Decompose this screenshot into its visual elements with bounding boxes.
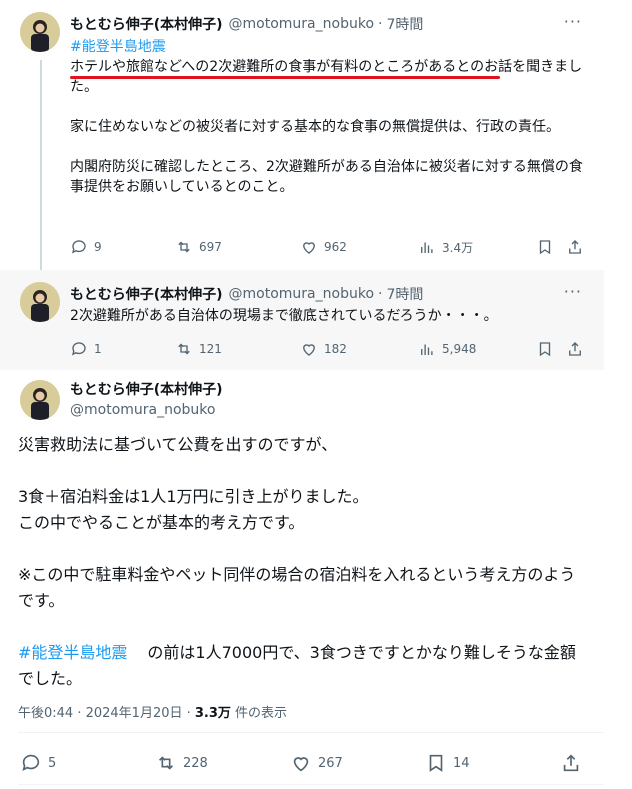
tweet-1[interactable]: もとむら伸子(本村伸子) @motomura_nobuko · 7時間 ··· … xyxy=(0,0,604,268)
paragraph-1: 災害救助法に基づいて公費を出すのですが、 xyxy=(18,435,338,454)
like-icon xyxy=(293,757,309,772)
reply-count: 1 xyxy=(94,342,102,356)
like-icon xyxy=(303,344,315,356)
views-button[interactable]: 3.4万 xyxy=(418,238,536,256)
share-button[interactable] xyxy=(566,340,590,358)
handle[interactable]: @motomura_nobuko xyxy=(70,400,223,420)
display-name[interactable]: もとむら伸子(本村伸子) xyxy=(70,380,223,400)
bookmark-count: 14 xyxy=(453,755,470,771)
paragraph-5: #能登半島地震 の前は1人7000円で、3食つきですとかなり難しそうな金額でした。 xyxy=(18,640,588,692)
view-count: 3.3万 xyxy=(194,706,231,721)
tweet-3-focused[interactable]: もとむら伸子(本村伸子) @motomura_nobuko 災害救助法に基づいて… xyxy=(0,372,604,789)
reply-button[interactable]: 1 xyxy=(70,340,175,358)
avatar[interactable] xyxy=(20,282,60,322)
handle[interactable]: @motomura_nobuko xyxy=(229,16,374,32)
share-button[interactable] xyxy=(566,238,590,256)
paragraph-2: 3食＋宿泊料金は1人1万円に引き上がりました。 xyxy=(18,487,369,506)
action-bar: 5 228 267 14 xyxy=(20,752,590,774)
views-icon xyxy=(421,242,433,253)
reply-icon xyxy=(71,342,86,356)
action-bar: 9 697 962 3.4万 xyxy=(70,238,590,256)
divider xyxy=(18,784,604,785)
reply-icon xyxy=(71,240,86,254)
bookmark-button[interactable] xyxy=(536,238,566,256)
paragraph-2: 家に住めないなどの被災者に対する基本的な食事の無償提供は、行政の責任。 xyxy=(70,119,560,135)
red-annotation-underline xyxy=(70,76,500,79)
more-icon[interactable]: ··· xyxy=(564,12,582,31)
repost-count: 228 xyxy=(183,755,208,771)
tweet-text: #能登半島地震 ホテルや旅館などへの2次避難所の食事が有料のところがあるとのお話… xyxy=(70,37,590,197)
bookmark-button[interactable]: 14 xyxy=(425,752,560,774)
repost-icon xyxy=(178,241,190,253)
separator: · xyxy=(378,16,383,32)
like-button[interactable]: 962 xyxy=(300,238,418,256)
like-button[interactable]: 182 xyxy=(300,340,418,358)
handle[interactable]: @motomura_nobuko xyxy=(229,286,374,302)
avatar[interactable] xyxy=(20,12,60,52)
tweet-meta: 午後0:44 · 2024年1月20日 · 3.3万 件の表示 xyxy=(18,702,287,721)
bookmark-button[interactable] xyxy=(536,340,566,358)
more-icon[interactable]: ··· xyxy=(564,282,582,301)
reply-icon xyxy=(22,754,40,771)
bookmark-icon xyxy=(539,240,551,255)
share-icon xyxy=(569,240,581,254)
repost-icon xyxy=(178,343,190,355)
repost-button[interactable]: 697 xyxy=(175,238,300,256)
reply-button[interactable]: 5 xyxy=(20,752,155,774)
reply-count: 5 xyxy=(48,755,57,771)
share-icon xyxy=(569,342,581,356)
tweet-header: もとむら伸子(本村伸子) @motomura_nobuko · 7時間 xyxy=(70,14,423,34)
post-datetime[interactable]: 午後0:44 · 2024年1月20日 · xyxy=(18,706,195,721)
share-icon xyxy=(563,754,579,772)
like-button[interactable]: 267 xyxy=(290,752,425,774)
like-count: 962 xyxy=(324,240,347,254)
tweet-header: もとむら伸子(本村伸子) @motomura_nobuko · 7時間 xyxy=(70,284,423,304)
views-count: 5,948 xyxy=(442,342,477,356)
bookmark-icon xyxy=(429,754,443,772)
repost-count: 121 xyxy=(199,342,222,356)
reply-count: 9 xyxy=(94,240,102,254)
display-name[interactable]: もとむら伸子(本村伸子) xyxy=(70,14,223,34)
views-icon xyxy=(421,344,433,355)
tweet-2[interactable]: もとむら伸子(本村伸子) @motomura_nobuko · 7時間 ··· … xyxy=(0,270,604,370)
repost-button[interactable]: 121 xyxy=(175,340,300,358)
share-button[interactable] xyxy=(560,752,584,774)
divider xyxy=(18,732,604,733)
paragraph-3: この中でやることが基本的考え方です。 xyxy=(18,513,305,532)
reply-button[interactable]: 9 xyxy=(70,238,175,256)
repost-count: 697 xyxy=(199,240,222,254)
author-block: もとむら伸子(本村伸子) @motomura_nobuko xyxy=(70,380,223,420)
timestamp[interactable]: 7時間 xyxy=(386,14,423,34)
hashtag-link[interactable]: #能登半島地震 xyxy=(70,37,590,57)
like-icon xyxy=(303,242,315,254)
tweet-text: 2次避難所がある自治体の現場まで徹底されているだろうか・・・。 xyxy=(70,308,498,324)
avatar[interactable] xyxy=(20,380,60,420)
tweet-text: 災害救助法に基づいて公費を出すのですが、 3食＋宿泊料金は1人1万円に引き上がり… xyxy=(18,432,588,692)
repost-icon xyxy=(158,756,174,770)
views-button[interactable]: 5,948 xyxy=(418,340,536,358)
repost-button[interactable]: 228 xyxy=(155,752,290,774)
view-label: 件の表示 xyxy=(230,706,288,721)
hashtag-link[interactable]: #能登半島地震 xyxy=(18,643,127,662)
views-count: 3.4万 xyxy=(442,240,474,255)
bookmark-icon xyxy=(539,342,551,357)
paragraph-3: 内閣府防災に確認したところ、2次避難所がある自治体に被災者に対する無償の食事提供… xyxy=(70,159,583,195)
action-bar: 1 121 182 5,948 xyxy=(70,340,590,358)
like-count: 267 xyxy=(318,755,343,771)
paragraph-4: ※この中で駐車料金やペット同伴の場合の宿泊料を入れるという考え方のようです。 xyxy=(18,565,576,610)
timestamp[interactable]: 7時間 xyxy=(386,284,423,304)
display-name[interactable]: もとむら伸子(本村伸子) xyxy=(70,284,223,304)
like-count: 182 xyxy=(324,342,347,356)
separator: · xyxy=(378,286,383,302)
